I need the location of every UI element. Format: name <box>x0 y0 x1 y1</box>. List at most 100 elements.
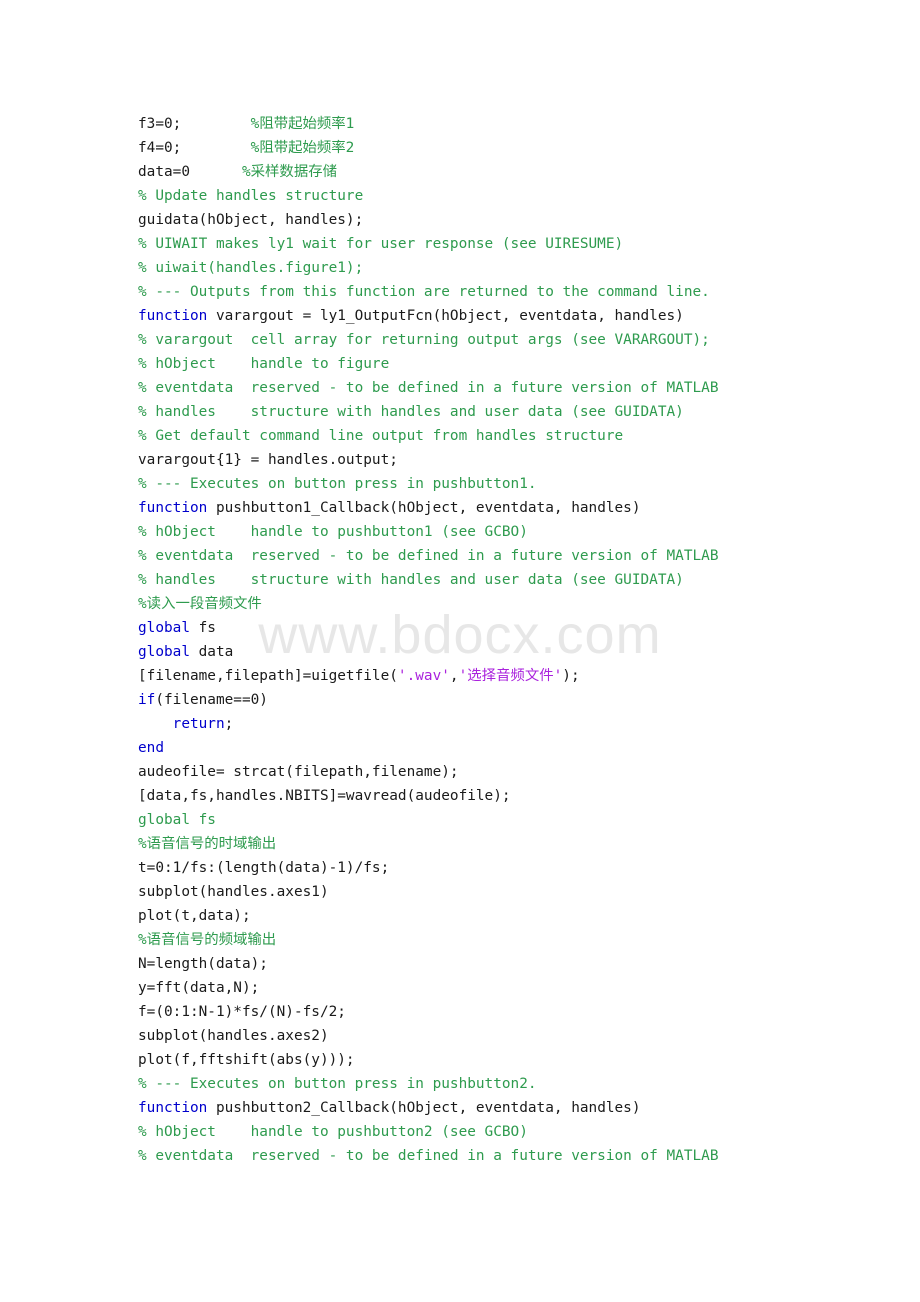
code-line: guidata(hObject, handles); <box>138 208 878 232</box>
code-line: % --- Executes on button press in pushbu… <box>138 1072 878 1096</box>
code-token-comment: % handles structure with handles and use… <box>138 404 684 420</box>
code-token-code: ; <box>224 716 234 732</box>
code-listing: f3=0; %阻带起始频率1 f4=0; %阻带起始频率2 data=0 %采样数据… <box>138 112 878 1168</box>
code-token-comment: 阻带起始频率 <box>259 140 346 156</box>
code-line: % --- Outputs from this function are ret… <box>138 280 878 304</box>
code-line: % hObject handle to figure <box>138 352 878 376</box>
code-token-code: y=fft(data,N); <box>138 980 260 996</box>
code-line: audeofile= strcat(filepath,filename); <box>138 760 878 784</box>
code-token-string: 选择音频文件 <box>467 668 554 684</box>
document-page: www.bdocx.com f3=0; %阻带起始频率1 f4=0; %阻带起始频… <box>0 0 920 1302</box>
code-token-code: data=0 <box>138 164 242 180</box>
code-token-code: t=0:1/fs:(length(data)-1)/fs; <box>138 860 390 876</box>
code-line: subplot(handles.axes2) <box>138 1024 878 1048</box>
code-token-code: varargout{1} = handles.output; <box>138 452 398 468</box>
code-token-string: ' <box>458 668 468 684</box>
code-token-comment: % Get default command line output from h… <box>138 428 624 444</box>
code-line: plot(t,data); <box>138 904 878 928</box>
code-line: return; <box>138 712 878 736</box>
code-line: % Update handles structure <box>138 184 878 208</box>
code-token-comment: 2 <box>345 140 355 156</box>
code-line: N=length(data); <box>138 952 878 976</box>
code-line: % handles structure with handles and use… <box>138 400 878 424</box>
code-token-comment: % <box>241 164 251 180</box>
code-token-code: N=length(data); <box>138 956 268 972</box>
code-token-keyword: function <box>138 1100 208 1116</box>
code-token-string: ' <box>553 668 563 684</box>
code-token-comment: % varargout cell array for returning out… <box>138 332 710 348</box>
code-token-comment: % uiwait(handles.figure1); <box>138 260 364 276</box>
code-token-code: ); <box>562 668 580 684</box>
code-token-code: subplot(handles.axes2) <box>138 1028 329 1044</box>
code-token-comment: % <box>250 140 260 156</box>
code-token-comment: % UIWAIT makes ly1 wait for user respons… <box>138 236 624 252</box>
code-token-comment: 读入一段音频文件 <box>146 596 262 612</box>
code-line: % eventdata reserved - to be defined in … <box>138 376 878 400</box>
code-line: data=0 %采样数据存储 <box>138 160 878 184</box>
code-token-comment: % hObject handle to figure <box>138 356 390 372</box>
code-token-keyword: function <box>138 308 208 324</box>
code-line: y=fft(data,N); <box>138 976 878 1000</box>
code-token-comment: global fs <box>138 812 216 828</box>
code-token-keyword: function <box>138 500 208 516</box>
code-line: % eventdata reserved - to be defined in … <box>138 544 878 568</box>
code-token-code: , <box>449 668 459 684</box>
code-line: plot(f,fftshift(abs(y))); <box>138 1048 878 1072</box>
code-token-comment: % hObject handle to pushbutton1 (see GCB… <box>138 524 528 540</box>
code-token-code: pushbutton2_Callback(hObject, eventdata,… <box>207 1100 641 1116</box>
code-token-comment: % handles structure with handles and use… <box>138 572 684 588</box>
code-token-code <box>138 716 173 732</box>
code-token-comment: % --- Outputs from this function are ret… <box>138 284 710 300</box>
code-token-comment: % eventdata reserved - to be defined in … <box>138 548 719 564</box>
code-line: %语音信号的频域输出 <box>138 928 878 952</box>
code-line: varargout{1} = handles.output; <box>138 448 878 472</box>
code-line: f3=0; %阻带起始频率1 <box>138 112 878 136</box>
code-line: % hObject handle to pushbutton2 (see GCB… <box>138 1120 878 1144</box>
code-token-code: [data,fs,handles.NBITS]=wavread(audeofil… <box>138 788 511 804</box>
code-line: % --- Executes on button press in pushbu… <box>138 472 878 496</box>
code-token-code: guidata(hObject, handles); <box>138 212 364 228</box>
code-line: f4=0; %阻带起始频率2 <box>138 136 878 160</box>
code-token-comment: % eventdata reserved - to be defined in … <box>138 380 719 396</box>
code-token-keyword: end <box>138 740 164 756</box>
code-line: % uiwait(handles.figure1); <box>138 256 878 280</box>
code-token-keyword: if <box>138 692 156 708</box>
code-token-code: f4=0; <box>138 140 251 156</box>
code-token-code: [filename,filepath]=uigetfile( <box>138 668 398 684</box>
code-token-comment: % <box>250 116 260 132</box>
code-token-comment: 语音信号的频域输出 <box>146 932 277 948</box>
code-line: % eventdata reserved - to be defined in … <box>138 1144 878 1168</box>
code-token-code: pushbutton1_Callback(hObject, eventdata,… <box>207 500 641 516</box>
code-token-string: '.wav' <box>397 668 450 684</box>
code-token-comment: % <box>138 596 147 612</box>
code-token-code: data <box>189 644 234 660</box>
code-token-code: varargout = ly1_OutputFcn(hObject, event… <box>207 308 684 324</box>
code-token-keyword: global <box>138 644 190 660</box>
code-line: % varargout cell array for returning out… <box>138 328 878 352</box>
code-token-comment: 语音信号的时域输出 <box>146 836 277 852</box>
code-line: function pushbutton2_Callback(hObject, e… <box>138 1096 878 1120</box>
code-line: if(filename==0) <box>138 688 878 712</box>
code-token-code: (filename==0) <box>155 692 268 708</box>
code-line: function varargout = ly1_OutputFcn(hObje… <box>138 304 878 328</box>
code-token-comment: 采样数据存储 <box>250 164 337 180</box>
code-token-comment: 1 <box>345 116 355 132</box>
code-line: end <box>138 736 878 760</box>
code-line: function pushbutton1_Callback(hObject, e… <box>138 496 878 520</box>
code-token-code: f=(0:1:N-1)*fs/(N)-fs/2; <box>138 1004 346 1020</box>
code-token-code: plot(f,fftshift(abs(y))); <box>138 1052 355 1068</box>
code-token-comment: % --- Executes on button press in pushbu… <box>138 1076 537 1092</box>
code-token-code: plot(t,data); <box>138 908 251 924</box>
code-token-comment: % --- Executes on button press in pushbu… <box>138 476 537 492</box>
code-line: % Get default command line output from h… <box>138 424 878 448</box>
code-token-comment: % <box>138 836 147 852</box>
code-token-comment: % Update handles structure <box>138 188 364 204</box>
code-token-comment: 阻带起始频率 <box>259 116 346 132</box>
code-line: f=(0:1:N-1)*fs/(N)-fs/2; <box>138 1000 878 1024</box>
code-line: % handles structure with handles and use… <box>138 568 878 592</box>
code-line: subplot(handles.axes1) <box>138 880 878 904</box>
code-line: % UIWAIT makes ly1 wait for user respons… <box>138 232 878 256</box>
code-line: [data,fs,handles.NBITS]=wavread(audeofil… <box>138 784 878 808</box>
code-token-comment: % <box>138 932 147 948</box>
code-line: [filename,filepath]=uigetfile('.wav','选择… <box>138 664 878 688</box>
